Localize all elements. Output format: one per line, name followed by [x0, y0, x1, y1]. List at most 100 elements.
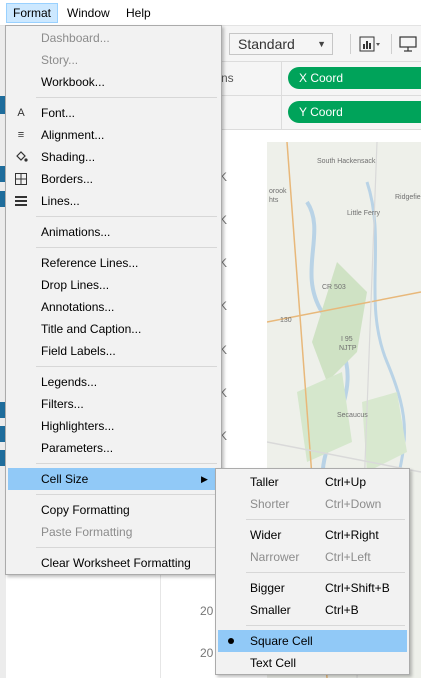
- menu-item-label: Filters...: [41, 397, 84, 411]
- columns-shelf-label: ns: [221, 71, 234, 85]
- map-label: NJTP: [339, 345, 357, 352]
- map-label: orook: [269, 188, 287, 195]
- menu-item-title-and-caption[interactable]: Title and Caption...: [8, 318, 219, 340]
- menu-item-narrower[interactable]: Narrower Ctrl+Left: [218, 546, 407, 568]
- menu-format[interactable]: Format: [6, 3, 59, 23]
- menu-item-label: Animations...: [41, 225, 111, 239]
- menu-item-label: Cell Size: [41, 472, 89, 486]
- alignment-icon: ≡: [17, 129, 25, 141]
- menu-item-field-labels[interactable]: Field Labels...: [8, 340, 219, 362]
- menu-window[interactable]: Window: [61, 3, 116, 23]
- menu-separator: [36, 547, 217, 548]
- menu-item-label: Font...: [41, 106, 76, 120]
- menu-item-label: Smaller: [250, 603, 291, 617]
- menu-item-shading[interactable]: Shading...: [8, 146, 219, 168]
- format-menu: Dashboard... Story... Workbook... A Font…: [5, 25, 222, 575]
- toolbar: Standard ▼: [221, 26, 421, 62]
- show-me-icon[interactable]: [359, 35, 381, 53]
- menu-item-label: Wider: [250, 528, 282, 542]
- y-coord-pill[interactable]: Y Coord: [288, 101, 421, 123]
- font-icon: A: [17, 107, 25, 119]
- menu-item-clear-worksheet-formatting[interactable]: Clear Worksheet Formatting: [8, 552, 219, 574]
- menu-item-label: Text Cell: [250, 656, 297, 670]
- menu-item-font[interactable]: A Font...: [8, 102, 219, 124]
- menu-item-legends[interactable]: Legends...: [8, 371, 219, 393]
- toolbar-divider: [391, 34, 392, 54]
- menu-item-label: Narrower: [250, 550, 300, 564]
- menu-item-label: Borders...: [41, 172, 94, 186]
- menu-item-annotations[interactable]: Annotations...: [8, 296, 219, 318]
- menu-item-reference-lines[interactable]: Reference Lines...: [8, 252, 219, 274]
- chevron-down-icon: ▼: [317, 39, 326, 49]
- menu-item-lines[interactable]: Lines...: [8, 190, 219, 212]
- shortcut-label: Ctrl+Down: [325, 497, 382, 511]
- menu-item-label: Drop Lines...: [41, 278, 110, 292]
- menu-item-bigger[interactable]: Bigger Ctrl+Shift+B: [218, 577, 407, 599]
- menu-item-parameters[interactable]: Parameters...: [8, 437, 219, 459]
- menu-item-workbook[interactable]: Workbook...: [8, 71, 219, 93]
- shelf-divider: [281, 96, 282, 130]
- map-label: CR 503: [322, 284, 346, 291]
- menu-item-label: Parameters...: [41, 441, 114, 455]
- fit-select[interactable]: Standard ▼: [229, 33, 333, 55]
- cell-size-submenu: Taller Ctrl+Up Shorter Ctrl+Down Wider C…: [215, 468, 410, 675]
- menu-item-label: Field Labels...: [41, 344, 116, 358]
- menu-item-animations[interactable]: Animations...: [8, 221, 219, 243]
- shortcut-label: Ctrl+Left: [325, 550, 371, 564]
- menu-separator: [246, 625, 405, 626]
- menu-item-story[interactable]: Story...: [8, 49, 219, 71]
- presentation-icon[interactable]: [399, 35, 417, 53]
- toolbar-divider: [350, 34, 351, 54]
- shortcut-label: Ctrl+Shift+B: [325, 581, 390, 595]
- menu-item-label: Dashboard...: [41, 31, 110, 45]
- menu-item-label: Reference Lines...: [41, 256, 139, 270]
- menu-item-label: Square Cell: [250, 634, 313, 648]
- menu-item-dashboard[interactable]: Dashboard...: [8, 27, 219, 49]
- menu-separator: [36, 366, 217, 367]
- menu-item-borders[interactable]: Borders...: [8, 168, 219, 190]
- lines-icon: [13, 190, 29, 215]
- menu-item-label: Title and Caption...: [41, 322, 142, 336]
- map-label: Ridgefie: [395, 194, 421, 201]
- menu-bar: Format Window Help: [0, 0, 421, 26]
- menu-item-taller[interactable]: Taller Ctrl+Up: [218, 471, 407, 493]
- menu-item-alignment[interactable]: ≡ Alignment...: [8, 124, 219, 146]
- menu-item-paste-formatting[interactable]: Paste Formatting: [8, 521, 219, 543]
- menu-item-label: Lines...: [41, 194, 80, 208]
- map-label: South Hackensack: [317, 158, 376, 165]
- menu-item-drop-lines[interactable]: Drop Lines...: [8, 274, 219, 296]
- menu-separator: [36, 247, 217, 248]
- submenu-arrow-icon: ▶: [201, 474, 208, 484]
- shortcut-label: Ctrl+Up: [325, 475, 367, 489]
- map-label: I 95: [341, 336, 353, 343]
- map-label: Little Ferry: [347, 210, 381, 217]
- menu-item-smaller[interactable]: Smaller Ctrl+B: [218, 599, 407, 621]
- menu-help[interactable]: Help: [120, 3, 157, 23]
- menu-item-label: Workbook...: [41, 75, 105, 89]
- menu-item-square-cell[interactable]: Square Cell: [218, 630, 407, 652]
- menu-item-wider[interactable]: Wider Ctrl+Right: [218, 524, 407, 546]
- menu-item-copy-formatting[interactable]: Copy Formatting: [8, 499, 219, 521]
- menu-item-label: Bigger: [250, 581, 285, 595]
- menu-separator: [36, 494, 217, 495]
- menu-separator: [246, 519, 405, 520]
- menu-item-shorter[interactable]: Shorter Ctrl+Down: [218, 493, 407, 515]
- menu-item-label: Paste Formatting: [41, 525, 133, 539]
- shortcut-label: Ctrl+Right: [325, 528, 379, 542]
- menu-item-highlighters[interactable]: Highlighters...: [8, 415, 219, 437]
- fit-select-value: Standard: [238, 36, 295, 52]
- menu-item-filters[interactable]: Filters...: [8, 393, 219, 415]
- map-label: Secaucus: [337, 412, 368, 419]
- menu-separator: [246, 572, 405, 573]
- menu-item-label: Highlighters...: [41, 419, 115, 433]
- menu-item-text-cell[interactable]: Text Cell: [218, 652, 407, 674]
- axis-tick: 20: [200, 646, 214, 660]
- menu-item-cell-size[interactable]: Cell Size ▶: [8, 468, 219, 490]
- menu-item-label: Shorter: [250, 497, 290, 511]
- x-coord-pill[interactable]: X Coord: [288, 67, 421, 89]
- menu-item-label: Copy Formatting: [41, 503, 130, 517]
- menu-item-label: Shading...: [41, 150, 96, 164]
- shelf-divider: [281, 62, 282, 96]
- menu-item-label: Story...: [41, 53, 79, 67]
- map-label: 130: [280, 317, 292, 324]
